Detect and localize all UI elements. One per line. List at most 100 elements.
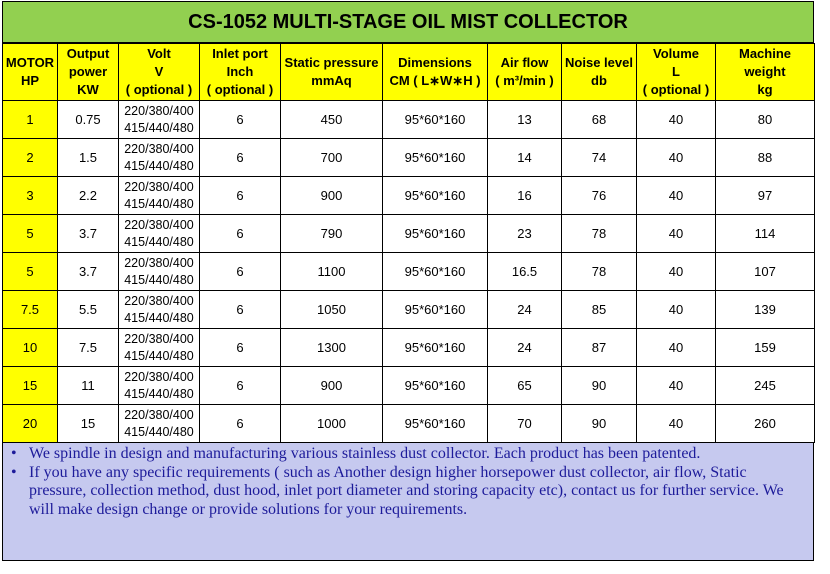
table-cell: 220/380/400 415/440/480 [118, 100, 200, 139]
table-cell: 87 [561, 328, 637, 367]
column-header: MOTOR HP [2, 43, 58, 101]
table-cell: 450 [280, 100, 383, 139]
table-cell: 1000 [280, 404, 383, 443]
spec-sheet: CS-1052 MULTI-STAGE OIL MIST COLLECTOR M… [2, 1, 815, 561]
spec-table: MOTOR HP Output power KW Volt V( optional ) Inl… [2, 43, 815, 443]
column-header-line: kg [757, 82, 773, 97]
table-cell: 107 [715, 252, 815, 291]
volt-line: 415/440/480 [124, 158, 194, 173]
table-cell: 139 [715, 290, 815, 329]
volt-line: 415/440/480 [124, 424, 194, 439]
table-cell: 6 [199, 138, 281, 177]
table-cell: 40 [636, 404, 716, 443]
table-cell: 245 [715, 366, 815, 405]
table-cell: 220/380/400 415/440/480 [118, 290, 200, 329]
column-header-line: MOTOR [5, 55, 55, 70]
table-cell: 40 [636, 176, 716, 215]
table-cell: 11 [57, 366, 119, 405]
column-header-line: Dimensions [398, 55, 472, 70]
table-row: 10 7.5 220/380/400 415/440/480 6 1300 95*60*16… [2, 328, 815, 367]
table-cell: 80 [715, 100, 815, 139]
table-cell: 114 [715, 214, 815, 253]
volt-line: 415/440/480 [124, 120, 194, 135]
table-cell: 1300 [280, 328, 383, 367]
table-cell: 24 [487, 290, 562, 329]
table-cell: 2.2 [57, 176, 119, 215]
table-cell: 700 [280, 138, 383, 177]
table-cell: 95*60*160 [382, 100, 488, 139]
column-header: Machine weight kg [715, 43, 815, 101]
table-cell: 14 [487, 138, 562, 177]
table-row: 2 1.5 220/380/400 415/440/480 6 700 95*60*160 1… [2, 138, 815, 177]
table-cell: 220/380/400 415/440/480 [118, 252, 200, 291]
column-header-line: weight [744, 64, 786, 79]
column-header-line: Air flow [500, 55, 549, 70]
table-cell: 95*60*160 [382, 366, 488, 405]
table-cell: 6 [199, 366, 281, 405]
table-cell: 16 [487, 176, 562, 215]
table-cell: 7.5 [57, 328, 119, 367]
column-header-line: power [68, 64, 108, 79]
table-row: 5 3.7 220/380/400 415/440/480 6 1100 95*60*160… [2, 252, 815, 291]
table-cell: 6 [199, 176, 281, 215]
column-header-line: Inch [226, 64, 254, 79]
table-cell: 790 [280, 214, 383, 253]
column-header-line: ( m³/min ) [495, 73, 554, 88]
table-cell: 40 [636, 252, 716, 291]
notes-panel: • We spindle in design and manufacturing… [2, 443, 814, 561]
note-item: • If you have any specific requirements … [11, 464, 805, 520]
volt-line: 415/440/480 [124, 196, 194, 211]
page-title: CS-1052 MULTI-STAGE OIL MIST COLLECTOR [2, 1, 814, 43]
bullet-icon: • [11, 445, 17, 462]
table-cell: 3.7 [57, 252, 119, 291]
table-cell: 24 [487, 328, 562, 367]
table-cell: 85 [561, 290, 637, 329]
volt-line: 415/440/480 [124, 310, 194, 325]
table-cell: 88 [715, 138, 815, 177]
table-cell: 40 [636, 290, 716, 329]
column-header: Volume L ( optional ) [636, 43, 716, 101]
column-header-line: db [591, 73, 607, 88]
table-cell: 40 [636, 366, 716, 405]
table-cell: 6 [199, 290, 281, 329]
table-row: 20 15 220/380/400 415/440/480 6 1000 95*60*160… [2, 404, 815, 443]
volt-line: 415/440/480 [124, 234, 194, 249]
table-cell: 6 [199, 252, 281, 291]
table-cell: 95*60*160 [382, 176, 488, 215]
table-row: 5 3.7 220/380/400 415/440/480 6 790 95*60*160 2… [2, 214, 815, 253]
table-cell: 95*60*160 [382, 252, 488, 291]
table-cell: 16.5 [487, 252, 562, 291]
column-header: Inlet port Inch ( optional ) [199, 43, 281, 101]
table-cell: 159 [715, 328, 815, 367]
table-row: 15 11 220/380/400 415/440/480 6 900 95*60*160 6… [2, 366, 815, 405]
table-cell: 95*60*160 [382, 404, 488, 443]
table-cell: 220/380/400 415/440/480 [118, 214, 200, 253]
bullet-icon: • [11, 463, 17, 481]
table-cell: 40 [636, 328, 716, 367]
column-header-line: V [154, 64, 164, 79]
table-cell: 220/380/400 415/440/480 [118, 366, 200, 405]
column-header-line: ( optional ) [206, 82, 274, 97]
table-cell: 220/380/400 415/440/480 [118, 404, 200, 443]
header-row: MOTOR HP Output power KW Volt V( optional ) Inl… [2, 43, 815, 101]
column-header-line: ( optional ) [125, 82, 193, 97]
table-cell: 6 [199, 214, 281, 253]
table-cell: 1100 [280, 252, 383, 291]
table-cell: 3.7 [57, 214, 119, 253]
column-header-line: Static pressure [284, 55, 379, 70]
table-cell: 78 [561, 214, 637, 253]
column-header-line: CM ( L∗W∗H ) [389, 73, 481, 88]
table-body: 1 0.75 220/380/400 415/440/480 6 450 95*60*160… [2, 100, 815, 443]
table-cell: 220/380/400 415/440/480 [118, 176, 200, 215]
table-cell: 5.5 [57, 290, 119, 329]
column-header: Dimensions CM ( L∗W∗H ) [382, 43, 488, 101]
volt-line: 415/440/480 [124, 348, 194, 363]
table-cell: 20 [2, 404, 58, 443]
column-header-line: Output [66, 46, 110, 61]
table-cell: 95*60*160 [382, 290, 488, 329]
column-header-line: mmAq [311, 73, 352, 88]
column-header-line: Volt [147, 46, 171, 61]
table-row: 7.5 5.5 220/380/400 415/440/480 6 1050 95*60*1… [2, 290, 815, 329]
table-cell: 7.5 [2, 290, 58, 329]
table-cell: 10 [2, 328, 58, 367]
